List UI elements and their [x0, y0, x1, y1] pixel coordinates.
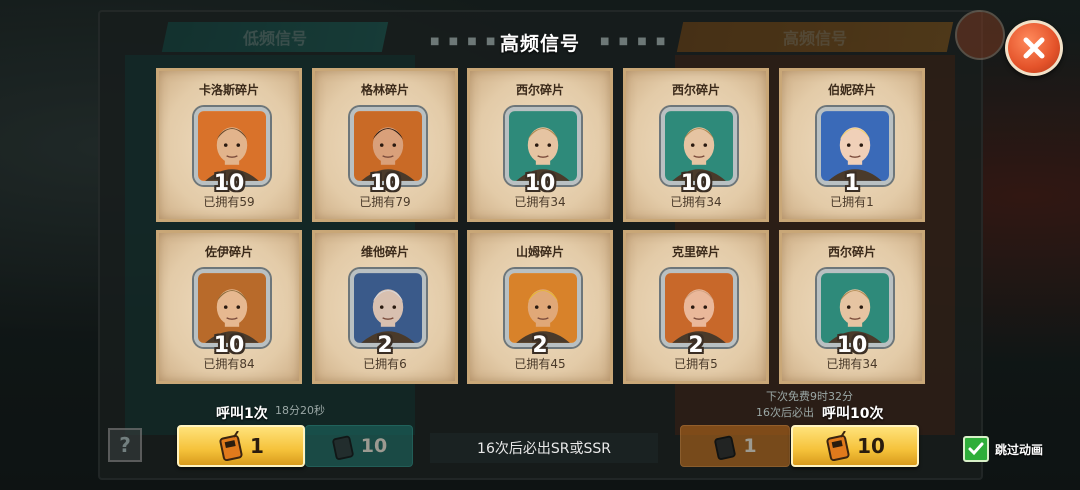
- reward-card[interactable]: 伯妮碎片 1 已拥有1: [779, 68, 925, 222]
- card-name: 佐伊碎片: [204, 245, 253, 259]
- call-1-label: 呼叫1次: [216, 406, 268, 422]
- card-name: 西尔碎片: [515, 83, 564, 97]
- owned-count: 已拥有84: [203, 357, 255, 371]
- call-10-label: 呼叫10次: [822, 406, 884, 422]
- reward-card[interactable]: 维他碎片 2 已拥有6: [312, 230, 458, 384]
- reward-card[interactable]: 卡洛斯碎片 10 已拥有59: [156, 68, 302, 222]
- radio-icon: [714, 435, 737, 460]
- guarantee-text: 16次后必出SR或SSR: [430, 433, 658, 463]
- skip-animation-label: 跳过动画: [995, 442, 1044, 457]
- reward-card[interactable]: 佐伊碎片 10 已拥有84: [156, 230, 302, 384]
- owned-count: 已拥有59: [203, 195, 255, 209]
- reward-card[interactable]: 西尔碎片 10 已拥有34: [623, 68, 769, 222]
- radio-icon: [219, 431, 243, 461]
- card-name: 克里碎片: [671, 245, 720, 259]
- owned-count: 已拥有34: [670, 195, 722, 209]
- reward-card[interactable]: 西尔碎片 10 已拥有34: [779, 230, 925, 384]
- owned-count: 已拥有6: [363, 357, 407, 371]
- radio-icon: [826, 431, 850, 461]
- owned-count: 已拥有34: [826, 357, 878, 371]
- reward-card[interactable]: 克里碎片 2 已拥有5: [623, 230, 769, 384]
- owned-count: 已拥有79: [359, 195, 411, 209]
- card-name: 伯妮碎片: [827, 83, 876, 97]
- page-title: 高频信号: [499, 32, 580, 55]
- left-call-10-button: 10: [305, 425, 413, 467]
- close-button[interactable]: [1005, 20, 1063, 76]
- skip-animation-toggle[interactable]: 跳过动画: [963, 436, 1043, 462]
- right-guarantee-hint: 16次后必出: [756, 406, 814, 419]
- owned-count: 已拥有45: [514, 357, 566, 371]
- radio-icon: [332, 435, 354, 460]
- owned-count: 已拥有1: [830, 195, 874, 209]
- reward-grid: 卡洛斯碎片 10 已拥有59 格林碎片 10 已拥有79 西尔碎片 10 已拥有34 西尔碎片 10…: [156, 68, 926, 384]
- background-close-icon: [955, 10, 1005, 60]
- reward-card[interactable]: 西尔碎片 10 已拥有34: [467, 68, 613, 222]
- right-call-1-button: 1: [680, 425, 790, 467]
- left-timer-hint: 18分20秒: [275, 404, 325, 417]
- checkmark-icon: [968, 442, 984, 456]
- card-name: 西尔碎片: [671, 83, 720, 97]
- title-bar: 高频信号: [430, 26, 650, 58]
- next-free-hint: 下次免费9时32分: [766, 390, 853, 403]
- call-1-button[interactable]: 1: [177, 425, 305, 467]
- card-name: 格林碎片: [360, 83, 409, 97]
- card-name: 卡洛斯碎片: [198, 83, 259, 97]
- card-name: 山姆碎片: [515, 245, 564, 259]
- close-icon: [1023, 37, 1045, 59]
- owned-count: 已拥有34: [514, 195, 566, 209]
- card-name: 维他碎片: [360, 245, 409, 259]
- call-10-button[interactable]: 10: [791, 425, 919, 467]
- card-name: 西尔碎片: [827, 245, 876, 259]
- reward-card[interactable]: 格林碎片 10 已拥有79: [312, 68, 458, 222]
- reward-card[interactable]: 山姆碎片 2 已拥有45: [467, 230, 613, 384]
- skip-checkbox[interactable]: [963, 436, 989, 462]
- owned-count: 已拥有5: [674, 357, 718, 371]
- help-icon[interactable]: ?: [108, 428, 142, 462]
